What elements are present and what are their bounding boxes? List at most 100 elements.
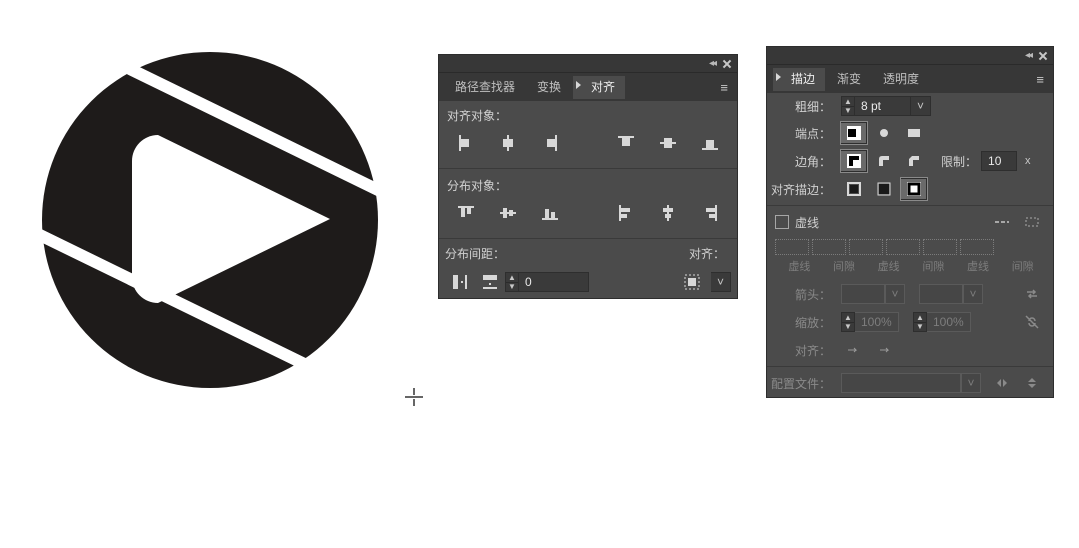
distribute-spacing-row: 分布间距： 对齐：: [439, 241, 737, 266]
dist-right-button[interactable]: [689, 200, 731, 226]
label-corner: 边角：: [767, 153, 837, 170]
panel-header[interactable]: ◂◂: [767, 47, 1053, 65]
cap-project-button[interactable]: [901, 122, 927, 144]
tab-row: 路径查找器 变换 对齐 ≡: [439, 73, 737, 101]
collapse-icon[interactable]: ◂◂: [709, 58, 715, 69]
tab-row: 描边 渐变 透明度 ≡: [767, 65, 1053, 93]
tab-transform[interactable]: 变换: [527, 76, 571, 99]
join-bevel-button[interactable]: [901, 150, 927, 172]
dash-mode-a-icon[interactable]: [989, 211, 1015, 233]
crosshair-cursor: [405, 388, 423, 406]
dash-labels-row: 虚线 间隙 虚线 间隙 虚线 间隙: [767, 258, 1053, 280]
dist-bottom-button[interactable]: [529, 200, 571, 226]
spacing-input[interactable]: 0: [519, 272, 589, 292]
align-right-button[interactable]: [529, 130, 571, 156]
align-vcenter-button[interactable]: [647, 130, 689, 156]
cap-row: 端点：: [767, 119, 1053, 147]
label-distribute-objects: 分布对象：: [439, 171, 737, 198]
dashed-checkbox[interactable]: [775, 215, 789, 229]
label-profile: 配置文件：: [767, 375, 837, 392]
cap-butt-button[interactable]: [841, 122, 867, 144]
gap-input-1[interactable]: [812, 239, 846, 255]
align-center-button[interactable]: [841, 178, 867, 200]
dist-v-spacing-button[interactable]: [445, 270, 475, 294]
align-bottom-button[interactable]: [689, 130, 731, 156]
dashed-row: 虚线: [767, 208, 1053, 236]
tab-align[interactable]: 对齐: [573, 76, 625, 99]
cap-round-button[interactable]: [871, 122, 897, 144]
limit-input[interactable]: 10: [981, 151, 1017, 171]
join-round-button[interactable]: [871, 150, 897, 172]
spacing-stepper[interactable]: ▲▼: [505, 272, 519, 292]
align-inside-button[interactable]: [871, 178, 897, 200]
panel-menu-icon[interactable]: ≡: [712, 74, 737, 101]
align-outside-button[interactable]: [901, 178, 927, 200]
join-miter-button[interactable]: [841, 150, 867, 172]
align-panel: ◂◂ 路径查找器 变换 对齐 ≡ 对齐对象： 分布对象：: [438, 54, 738, 299]
dash-mode-b-icon[interactable]: [1019, 211, 1045, 233]
label-cap: 端点：: [767, 125, 837, 142]
arrow-end-dropdown[interactable]: ˅: [919, 284, 983, 304]
scale-input-1[interactable]: 100%: [855, 312, 899, 332]
label-arrow: 箭头：: [767, 286, 837, 303]
arrow-align-path-button[interactable]: [841, 339, 867, 361]
scale-input-2[interactable]: 100%: [927, 312, 971, 332]
tab-gradient[interactable]: 渐变: [827, 68, 871, 91]
align-to-dropdown[interactable]: ˅: [677, 270, 731, 294]
dash-input-2[interactable]: [849, 239, 883, 255]
flip-across-icon[interactable]: [1019, 372, 1045, 394]
limit-unit: x: [1021, 155, 1031, 167]
weight-input[interactable]: 8 pt: [855, 96, 911, 116]
canvas-artwork: [30, 40, 390, 400]
dash-input-3[interactable]: [923, 239, 957, 255]
scale-stepper-2[interactable]: ▲▼: [913, 312, 927, 332]
dist-top-button[interactable]: [445, 200, 487, 226]
profile-row: 配置文件： ˅: [767, 369, 1053, 397]
dash-inputs-row: [767, 236, 1053, 258]
label-distribute-spacing: 分布间距：: [445, 245, 511, 262]
tab-transparency[interactable]: 透明度: [873, 68, 929, 91]
dist-left-button[interactable]: [605, 200, 647, 226]
label-weight: 粗细：: [767, 98, 837, 115]
weight-stepper[interactable]: ▲▼: [841, 96, 855, 116]
arrow-align-tip-button[interactable]: [871, 339, 897, 361]
flip-along-icon[interactable]: [989, 372, 1015, 394]
dash-align-row: 对齐：: [767, 336, 1053, 364]
align-to-chevron[interactable]: ˅: [711, 272, 731, 292]
gap-input-3[interactable]: [960, 239, 994, 255]
dist-hcenter-button[interactable]: [647, 200, 689, 226]
panel-menu-icon[interactable]: ≡: [1028, 66, 1053, 93]
panel-header[interactable]: ◂◂: [439, 55, 737, 73]
link-scale-icon[interactable]: [1019, 311, 1045, 333]
label-scale: 缩放：: [767, 314, 837, 331]
arrow-row: 箭头： ˅ ˅: [767, 280, 1053, 308]
close-icon[interactable]: [721, 58, 733, 70]
corner-row: 边角： 限制： 10 x: [767, 147, 1053, 175]
align-to-icon[interactable]: [677, 270, 707, 294]
distribute-objects-row: [439, 198, 737, 236]
gap-input-2[interactable]: [886, 239, 920, 255]
profile-dropdown[interactable]: ˅: [841, 373, 981, 393]
weight-dropdown[interactable]: ˅: [911, 96, 931, 116]
dash-input-1[interactable]: [775, 239, 809, 255]
label-align-objects: 对齐对象：: [439, 101, 737, 128]
scale-row: 缩放： ▲▼100% ▲▼100%: [767, 308, 1053, 336]
dist-vcenter-button[interactable]: [487, 200, 529, 226]
dist-h-spacing-button[interactable]: [475, 270, 505, 294]
weight-row: 粗细： ▲▼ 8 pt ˅: [767, 93, 1053, 119]
collapse-icon[interactable]: ◂◂: [1025, 50, 1031, 61]
align-hcenter-button[interactable]: [487, 130, 529, 156]
align-stroke-row: 对齐描边：: [767, 175, 1053, 203]
arrow-start-dropdown[interactable]: ˅: [841, 284, 905, 304]
label-limit: 限制：: [941, 153, 977, 170]
align-left-button[interactable]: [445, 130, 487, 156]
distribute-spacing-controls: ▲▼ 0 ˅: [439, 266, 737, 298]
align-top-button[interactable]: [605, 130, 647, 156]
swap-arrows-icon[interactable]: [1019, 283, 1045, 305]
label-dashed: 虚线: [795, 214, 819, 231]
tab-stroke[interactable]: 描边: [773, 68, 825, 91]
tab-pathfinder[interactable]: 路径查找器: [445, 76, 525, 99]
spacing-input-group: ▲▼ 0: [505, 272, 589, 292]
scale-stepper-1[interactable]: ▲▼: [841, 312, 855, 332]
close-icon[interactable]: [1037, 50, 1049, 62]
